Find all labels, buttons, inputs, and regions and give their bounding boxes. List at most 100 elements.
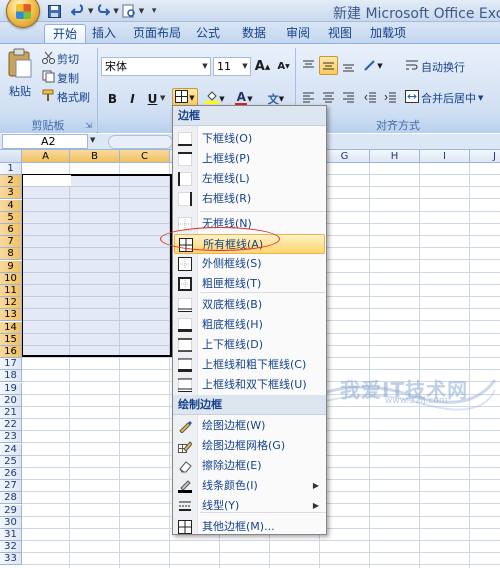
row-header-3[interactable]: 3 xyxy=(0,187,22,200)
menu-item-top-double-bottom-border[interactable]: 上框线和双下框线(U) xyxy=(174,375,325,395)
menu-item-top-border[interactable]: 上框线(P) xyxy=(174,149,325,169)
row-header-21[interactable]: 21 xyxy=(0,407,22,419)
row-header-2[interactable]: 2 xyxy=(0,175,22,188)
merge-center-button[interactable]: 合并后居中 ▼ xyxy=(405,90,483,106)
row-header-15[interactable]: 15 xyxy=(0,333,22,346)
row-header-28[interactable]: 28 xyxy=(0,492,22,505)
row-header-20[interactable]: 20 xyxy=(0,394,22,407)
align-middle-button[interactable] xyxy=(319,56,338,75)
tab-insert[interactable]: 插入 xyxy=(86,24,122,43)
row-header-9[interactable]: 9 xyxy=(0,260,22,273)
menu-item-thick-box-border[interactable]: 粗匣框线(T) xyxy=(174,274,325,294)
name-box-dropdown-icon[interactable]: ▼ xyxy=(90,136,95,144)
tab-review[interactable]: 审阅 xyxy=(280,24,316,43)
wrap-text-button[interactable]: 自动换行 xyxy=(405,59,465,75)
paste-button[interactable]: 粘贴 xyxy=(4,48,36,108)
row-header-7[interactable]: 7 xyxy=(0,236,22,249)
tab-page-layout[interactable]: 页面布局 xyxy=(128,24,186,43)
column-header-a[interactable]: A xyxy=(22,150,70,163)
row-header-30[interactable]: 30 xyxy=(0,516,22,529)
redo-icon[interactable] xyxy=(95,3,111,19)
menu-item-erase-border[interactable]: 擦除边框(E) xyxy=(174,456,325,476)
redo-dropdown-icon[interactable]: ▼ xyxy=(113,7,118,15)
orientation-button[interactable]: ▼ xyxy=(361,56,385,75)
row-header-18[interactable]: 18 xyxy=(0,370,22,383)
customize-qat-icon[interactable]: ▾ xyxy=(146,3,162,19)
increase-indent-button[interactable] xyxy=(381,88,400,107)
column-header-c[interactable]: C xyxy=(120,150,170,163)
row-header-33[interactable]: 33 xyxy=(0,553,22,566)
tab-home[interactable]: 开始 xyxy=(44,24,86,43)
menu-item-left-border[interactable]: 左框线(L) xyxy=(174,169,325,189)
underline-dropdown-icon[interactable]: ▼ xyxy=(160,94,165,102)
row-header-27[interactable]: 27 xyxy=(0,480,22,493)
copy-button[interactable]: 复制 xyxy=(42,70,79,86)
clipboard-launcher-icon[interactable]: ⇲ xyxy=(85,118,92,133)
row-header-24[interactable]: 24 xyxy=(0,443,22,456)
column-header-b[interactable]: B xyxy=(70,150,120,163)
column-header-g[interactable]: G xyxy=(320,150,370,163)
column-header-h[interactable]: H xyxy=(370,150,420,163)
row-header-17[interactable]: 17 xyxy=(0,358,22,371)
format-painter-button[interactable]: 格式刷 xyxy=(42,89,90,105)
preview-dropdown-icon[interactable]: ▼ xyxy=(139,7,144,15)
bold-button[interactable]: B xyxy=(103,89,122,108)
tab-addins[interactable]: 加载项 xyxy=(364,24,412,43)
font-name-dropdown-icon[interactable]: ▼ xyxy=(200,58,210,75)
undo-dropdown-icon[interactable]: ▼ xyxy=(88,7,93,15)
menu-item-top-thick-bottom-border[interactable]: 上框线和粗下框线(C) xyxy=(174,355,325,375)
menu-item-line-style[interactable]: 线型(Y) ▶ xyxy=(174,496,325,516)
align-bottom-button[interactable] xyxy=(339,56,358,75)
merge-dropdown-icon[interactable]: ▼ xyxy=(478,94,483,102)
column-header-j[interactable]: J xyxy=(470,150,500,163)
grow-font-button[interactable]: A ▲ xyxy=(253,57,272,76)
row-header-8[interactable]: 8 xyxy=(0,248,22,261)
row-header-22[interactable]: 22 xyxy=(0,419,22,432)
italic-button[interactable]: I xyxy=(123,89,142,108)
font-name-box[interactable]: 宋体 ▼ xyxy=(101,57,211,76)
menu-item-line-color[interactable]: 线条颜色(I) ▶ xyxy=(174,476,325,496)
save-icon[interactable] xyxy=(46,3,62,19)
menu-item-bottom-double-border[interactable]: 双底框线(B) xyxy=(174,295,325,315)
row-header-11[interactable]: 11 xyxy=(0,285,22,297)
row-header-31[interactable]: 31 xyxy=(0,529,22,541)
menu-item-outside-borders[interactable]: 外侧框线(S) xyxy=(174,254,325,274)
font-size-dropdown-icon[interactable]: ▼ xyxy=(240,58,250,75)
align-right-button[interactable] xyxy=(339,88,358,107)
print-preview-icon[interactable] xyxy=(121,3,137,19)
shrink-font-button[interactable]: A ▼ xyxy=(274,57,293,76)
row-header-23[interactable]: 23 xyxy=(0,431,22,444)
column-header-i[interactable]: I xyxy=(420,150,470,163)
row-header-1[interactable]: 1 xyxy=(0,163,22,175)
row-header-10[interactable]: 10 xyxy=(0,272,22,285)
row-header-12[interactable]: 12 xyxy=(0,297,22,310)
font-size-box[interactable]: 11 ▼ xyxy=(213,57,251,76)
undo-icon[interactable] xyxy=(70,3,86,19)
menu-item-thick-bottom-border[interactable]: 粗底框线(H) xyxy=(174,315,325,335)
menu-item-bottom-border[interactable]: 下框线(O) xyxy=(174,129,325,149)
row-header-6[interactable]: 6 xyxy=(0,224,22,236)
row-header-25[interactable]: 25 xyxy=(0,455,22,468)
menu-item-top-bottom-border[interactable]: 上下框线(D) xyxy=(174,335,325,355)
menu-item-draw-border-grid[interactable]: 绘图边框网格(G) xyxy=(174,436,325,456)
menu-item-draw-border[interactable]: 绘图边框(W) xyxy=(174,416,325,436)
row-header-19[interactable]: 19 xyxy=(0,382,22,395)
row-header-26[interactable]: 26 xyxy=(0,468,22,480)
row-header-29[interactable]: 29 xyxy=(0,504,22,517)
selected-range[interactable] xyxy=(22,174,172,357)
row-header-5[interactable]: 5 xyxy=(0,211,22,224)
align-top-button[interactable] xyxy=(299,56,318,75)
decrease-indent-button[interactable] xyxy=(361,88,380,107)
select-all-corner[interactable] xyxy=(0,150,22,163)
row-header-16[interactable]: 16 xyxy=(0,346,22,358)
name-box[interactable]: A2 xyxy=(2,134,88,149)
row-header-32[interactable]: 32 xyxy=(0,541,22,554)
tab-formulas[interactable]: 公式 xyxy=(190,24,226,43)
tab-data[interactable]: 数据 xyxy=(236,24,272,43)
tab-view[interactable]: 视图 xyxy=(322,24,358,43)
row-header-14[interactable]: 14 xyxy=(0,321,22,334)
row-header-4[interactable]: 4 xyxy=(0,199,22,212)
cut-button[interactable]: 剪切 xyxy=(42,51,79,67)
active-cell[interactable] xyxy=(23,175,71,186)
menu-item-right-border[interactable]: 右框线(R) xyxy=(174,189,325,209)
